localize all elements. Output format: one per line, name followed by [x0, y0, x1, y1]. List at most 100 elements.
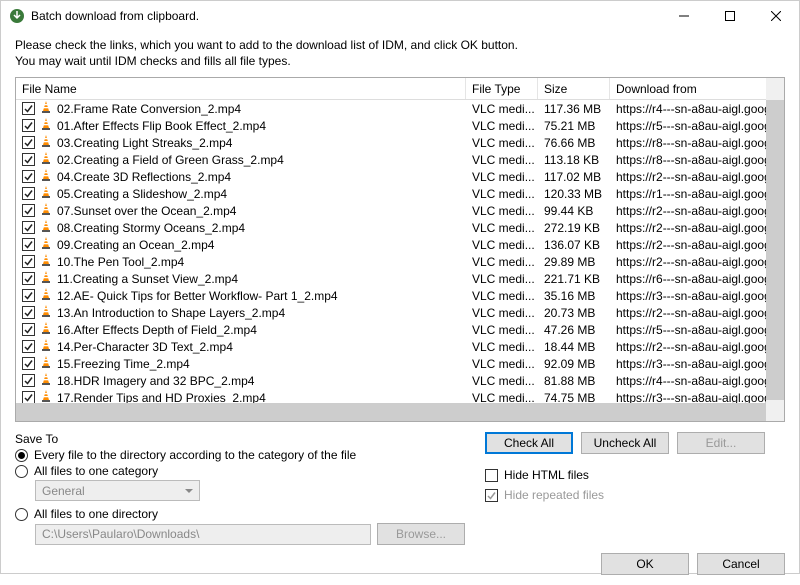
file-name: 18.HDR Imagery and 32 BPC_2.mp4	[57, 374, 254, 388]
row-checkbox[interactable]	[22, 357, 35, 370]
table-row[interactable]: 03.Creating Light Streaks_2.mp4VLC medi.…	[16, 134, 766, 151]
table-row[interactable]: 05.Creating a Slideshow_2.mp4VLC medi...…	[16, 185, 766, 202]
file-name: 10.The Pen Tool_2.mp4	[57, 255, 184, 269]
table-row[interactable]: 17.Render Tips and HD Proxies_2.mp4VLC m…	[16, 389, 766, 403]
row-checkbox[interactable]	[22, 255, 35, 268]
download-from: https://r2---sn-a8au-aigl.googlevide	[610, 255, 766, 269]
file-type: VLC medi...	[466, 340, 538, 354]
download-from: https://r3---sn-a8au-aigl.googlevide	[610, 391, 766, 404]
vlc-icon	[39, 372, 53, 389]
table-row[interactable]: 07.Sunset over the Ocean_2.mp4VLC medi..…	[16, 202, 766, 219]
table-row[interactable]: 01.After Effects Flip Book Effect_2.mp4V…	[16, 117, 766, 134]
vlc-icon	[39, 389, 53, 403]
radio-per-category[interactable]	[15, 449, 28, 462]
download-from: https://r2---sn-a8au-aigl.googlevide	[610, 204, 766, 218]
minimize-button[interactable]	[661, 1, 707, 31]
radio-one-category-label: All files to one category	[34, 464, 158, 478]
radio-one-category[interactable]	[15, 465, 28, 478]
row-checkbox[interactable]	[22, 323, 35, 336]
radio-per-category-label: Every file to the directory according to…	[34, 448, 356, 462]
table-row[interactable]: 15.Freezing Time_2.mp4VLC medi...92.09 M…	[16, 355, 766, 372]
file-type: VLC medi...	[466, 255, 538, 269]
vlc-icon	[39, 100, 53, 117]
horizontal-scrollbar[interactable]	[16, 403, 766, 421]
directory-path-input[interactable]: C:\Users\Paularo\Downloads\	[35, 524, 371, 545]
hide-repeated-label: Hide repeated files	[504, 488, 604, 502]
file-name: 01.After Effects Flip Book Effect_2.mp4	[57, 119, 266, 133]
row-checkbox[interactable]	[22, 102, 35, 115]
download-from: https://r5---sn-a8au-aigl.googlevide	[610, 119, 766, 133]
row-checkbox[interactable]	[22, 119, 35, 132]
category-combobox[interactable]: General	[35, 480, 200, 501]
uncheck-all-button[interactable]: Uncheck All	[581, 432, 669, 454]
file-type: VLC medi...	[466, 221, 538, 235]
table-row[interactable]: 16.After Effects Depth of Field_2.mp4VLC…	[16, 321, 766, 338]
check-all-button[interactable]: Check All	[485, 432, 573, 454]
vlc-icon	[39, 355, 53, 372]
table-row[interactable]: 09.Creating an Ocean_2.mp4VLC medi...136…	[16, 236, 766, 253]
vlc-icon	[39, 304, 53, 321]
download-from: https://r4---sn-a8au-aigl.googlevide	[610, 102, 766, 116]
table-row[interactable]: 11.Creating a Sunset View_2.mp4VLC medi.…	[16, 270, 766, 287]
table-row[interactable]: 08.Creating Stormy Oceans_2.mp4VLC medi.…	[16, 219, 766, 236]
table-row[interactable]: 02.Creating a Field of Green Grass_2.mp4…	[16, 151, 766, 168]
row-checkbox[interactable]	[22, 153, 35, 166]
vlc-icon	[39, 117, 53, 134]
vertical-scrollbar[interactable]	[766, 78, 784, 403]
table-row[interactable]: 14.Per-Character 3D Text_2.mp4VLC medi..…	[16, 338, 766, 355]
table-header: File Name File Type Size Download from	[16, 78, 784, 100]
file-type: VLC medi...	[466, 187, 538, 201]
table-row[interactable]: 10.The Pen Tool_2.mp4VLC medi...29.89 MB…	[16, 253, 766, 270]
maximize-button[interactable]	[707, 1, 753, 31]
radio-one-directory[interactable]	[15, 508, 28, 521]
file-size: 272.19 KB	[538, 221, 610, 235]
chevron-down-icon	[185, 489, 193, 493]
col-size[interactable]: Size	[538, 78, 610, 99]
table-row[interactable]: 04.Create 3D Reflections_2.mp4VLC medi..…	[16, 168, 766, 185]
table-row[interactable]: 13.An Introduction to Shape Layers_2.mp4…	[16, 304, 766, 321]
row-checkbox[interactable]	[22, 221, 35, 234]
category-value: General	[42, 484, 85, 498]
ok-button[interactable]: OK	[601, 553, 689, 575]
row-checkbox[interactable]	[22, 272, 35, 285]
vlc-icon	[39, 151, 53, 168]
app-icon	[9, 8, 25, 24]
col-filetype[interactable]: File Type	[466, 78, 538, 99]
cancel-button[interactable]: Cancel	[697, 553, 785, 575]
edit-button[interactable]: Edit...	[677, 432, 765, 454]
row-checkbox[interactable]	[22, 136, 35, 149]
file-name: 13.An Introduction to Shape Layers_2.mp4	[57, 306, 285, 320]
file-name: 11.Creating a Sunset View_2.mp4	[57, 272, 238, 286]
row-checkbox[interactable]	[22, 170, 35, 183]
file-name: 03.Creating Light Streaks_2.mp4	[57, 136, 232, 150]
file-name: 04.Create 3D Reflections_2.mp4	[57, 170, 231, 184]
row-checkbox[interactable]	[22, 204, 35, 217]
col-filename[interactable]: File Name	[16, 78, 466, 99]
table-row[interactable]: 02.Frame Rate Conversion_2.mp4VLC medi..…	[16, 100, 766, 117]
table-body: 02.Frame Rate Conversion_2.mp4VLC medi..…	[16, 100, 766, 403]
vlc-icon	[39, 202, 53, 219]
file-type: VLC medi...	[466, 306, 538, 320]
file-size: 120.33 MB	[538, 187, 610, 201]
browse-button[interactable]: Browse...	[377, 523, 465, 545]
titlebar: Batch download from clipboard.	[1, 1, 799, 31]
file-size: 113.18 KB	[538, 153, 610, 167]
row-checkbox[interactable]	[22, 289, 35, 302]
row-checkbox[interactable]	[22, 238, 35, 251]
file-type: VLC medi...	[466, 102, 538, 116]
download-from: https://r1---sn-a8au-aigl.googlevide	[610, 187, 766, 201]
row-checkbox[interactable]	[22, 187, 35, 200]
col-download-from[interactable]: Download from	[610, 78, 784, 99]
row-checkbox[interactable]	[22, 391, 35, 403]
file-type: VLC medi...	[466, 204, 538, 218]
file-type: VLC medi...	[466, 238, 538, 252]
instruction-line: You may wait until IDM checks and fills …	[15, 53, 785, 69]
row-checkbox[interactable]	[22, 306, 35, 319]
close-button[interactable]	[753, 1, 799, 31]
row-checkbox[interactable]	[22, 340, 35, 353]
table-row[interactable]: 12.AE- Quick Tips for Better Workflow- P…	[16, 287, 766, 304]
file-name: 16.After Effects Depth of Field_2.mp4	[57, 323, 257, 337]
row-checkbox[interactable]	[22, 374, 35, 387]
table-row[interactable]: 18.HDR Imagery and 32 BPC_2.mp4VLC medi.…	[16, 372, 766, 389]
hide-html-checkbox[interactable]	[485, 469, 498, 482]
